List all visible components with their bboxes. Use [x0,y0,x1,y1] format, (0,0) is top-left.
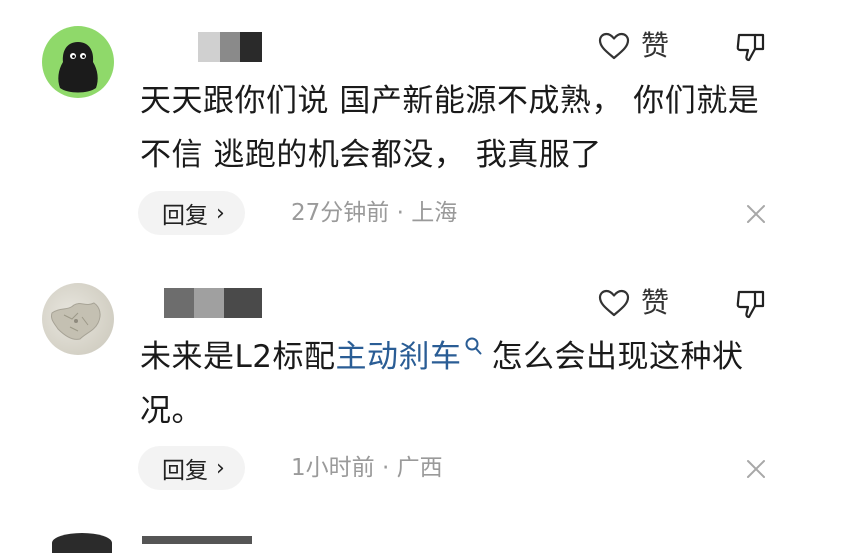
dislike-button[interactable] [734,287,768,321]
map-icon [51,302,101,340]
like-label: 赞 [641,286,670,319]
username-masked[interactable] [142,536,252,544]
close-icon [747,460,765,478]
chevron-right-icon: › [216,455,225,481]
reply-label: 回复 [162,458,208,484]
reply-button[interactable]: 回复 › [138,446,245,490]
username-masked[interactable] [142,288,262,318]
like-button[interactable]: 赞 [597,285,669,321]
comment-text-before-link: 未来是L2标配 [140,339,336,375]
search-icon[interactable] [464,336,484,358]
comment-meta: 1小时前 · 广西 [291,446,443,490]
meta-separator: · [374,455,397,481]
avatar[interactable] [42,283,114,355]
comment-text: 未来是L2标配主动刹车 怎么会出现这种状况。 [140,330,760,438]
avatar[interactable] [52,533,112,553]
comment-time: 1小时前 [291,455,375,481]
thumbs-down-icon [736,290,765,319]
close-button[interactable] [744,457,768,481]
heart-icon [598,289,630,317]
keyword-link[interactable]: 主动刹车 [336,339,462,375]
comment-location: 广西 [396,455,443,481]
comment-item: 赞 未来是L2标配主动刹车 怎么会出现这种状况。 回复 › 1小时前 · 广西 [0,0,848,540]
